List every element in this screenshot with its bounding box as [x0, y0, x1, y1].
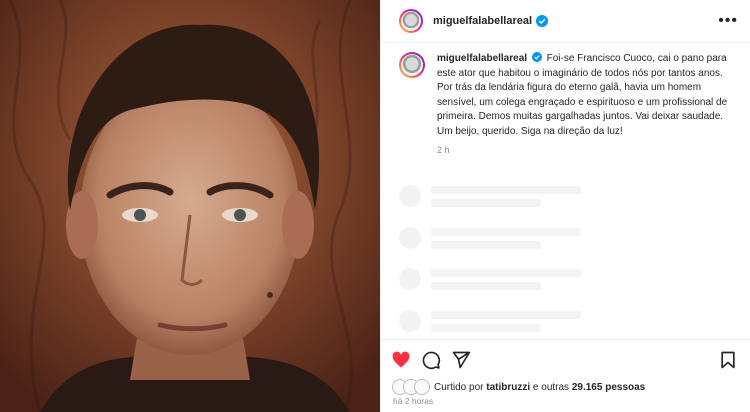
- post-footer: Curtido por tatibruzzi e outras 29.165 p…: [381, 339, 750, 412]
- caption: miguelfalabellareal Foi-se Francisco Cuo…: [399, 52, 739, 139]
- verified-badge-icon: [531, 52, 542, 62]
- post-timestamp[interactable]: há 2 horas: [393, 396, 433, 406]
- action-bar: [391, 350, 471, 370]
- comment-skeleton: [399, 310, 581, 332]
- liked-prefix: Curtido por: [434, 381, 487, 393]
- liked-count-link[interactable]: 29.165 pessoas: [572, 382, 645, 393]
- likes-text: Curtido por tatibruzzi e outras 29.165 p…: [434, 382, 645, 393]
- instagram-post: miguelfalabellareal ••• miguelfalabellar…: [0, 0, 750, 412]
- caption-body: miguelfalabellareal Foi-se Francisco Cuo…: [437, 52, 739, 139]
- liker-avatar[interactable]: [415, 380, 429, 394]
- comment-skeleton: [399, 227, 581, 249]
- verified-badge-icon: [536, 15, 549, 27]
- liked-suffix: e outras: [530, 381, 572, 393]
- send-icon[interactable]: [451, 350, 471, 370]
- comment-skeleton: [399, 268, 581, 290]
- caption-timestamp: 2 h: [437, 145, 450, 155]
- caption-avatar[interactable]: [399, 52, 425, 78]
- author-avatar[interactable]: [399, 9, 423, 33]
- comment-skeleton: [399, 185, 581, 207]
- post-header: miguelfalabellareal •••: [381, 0, 750, 43]
- more-horizontal-icon[interactable]: •••: [718, 13, 738, 29]
- bookmark-icon[interactable]: [718, 350, 738, 370]
- comment-icon[interactable]: [421, 350, 441, 370]
- post-photo[interactable]: [0, 0, 380, 412]
- author-username[interactable]: miguelfalabellareal: [433, 15, 532, 27]
- liked-user-link[interactable]: tatibruzzi: [486, 382, 530, 393]
- caption-username[interactable]: miguelfalabellareal: [437, 53, 527, 64]
- heart-icon[interactable]: [391, 350, 411, 370]
- caption-text: Foi-se Francisco Cuoco, cai o pano para …: [437, 53, 728, 137]
- portrait-image: [0, 0, 380, 412]
- post-side-panel: miguelfalabellareal ••• miguelfalabellar…: [380, 0, 750, 412]
- likes-summary: Curtido por tatibruzzi e outras 29.165 p…: [393, 380, 645, 394]
